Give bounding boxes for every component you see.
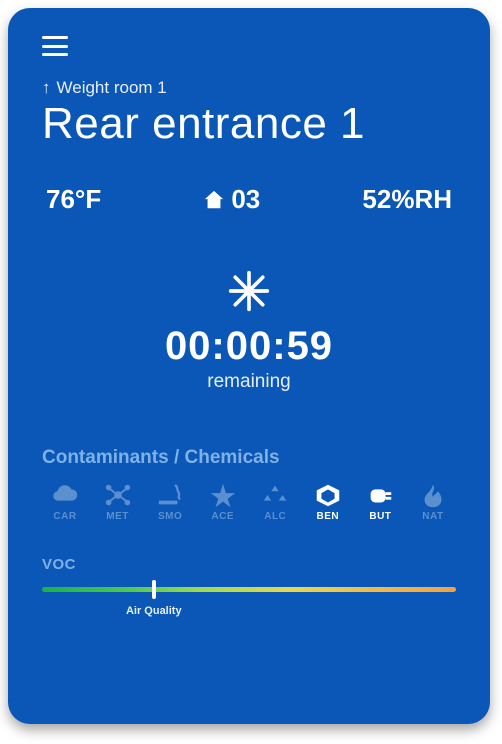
voc-caption: Air Quality xyxy=(126,605,182,617)
page-title: Rear entrance 1 xyxy=(42,100,456,148)
molecule-icon xyxy=(102,481,134,509)
contaminants-row: CAR MET SMO ACE ALC xyxy=(42,481,456,522)
contaminant-ace[interactable]: ACE xyxy=(200,481,246,522)
contaminant-alc[interactable]: ALC xyxy=(252,481,298,522)
flame-icon xyxy=(417,481,449,509)
contaminant-met[interactable]: MET xyxy=(95,481,141,522)
breadcrumb-label: Weight room 1 xyxy=(57,78,167,98)
voc-gradient-bar xyxy=(42,587,456,592)
contaminant-label: BEN xyxy=(317,511,340,522)
contaminant-label: ACE xyxy=(211,511,234,522)
temperature-value: 76°F xyxy=(46,184,101,215)
smoke-icon xyxy=(154,481,186,509)
up-arrow-icon: ↑ xyxy=(42,78,51,98)
home-icon xyxy=(203,189,225,211)
contaminant-label: NAT xyxy=(422,511,443,522)
timer-value: 00:00:59 xyxy=(42,324,456,369)
contaminant-label: MET xyxy=(106,511,129,522)
contaminant-smo[interactable]: SMO xyxy=(147,481,193,522)
menu-icon[interactable] xyxy=(42,36,68,56)
timer-block: 00:00:59 remaining xyxy=(42,269,456,393)
dots-icon xyxy=(259,481,291,509)
co2-cloud-icon xyxy=(49,481,81,509)
spark-icon xyxy=(207,481,239,509)
contaminant-but[interactable]: BUT xyxy=(357,481,403,522)
contaminant-label: CAR xyxy=(53,511,76,522)
contaminant-label: SMO xyxy=(158,511,182,522)
humidity-value: 52%RH xyxy=(362,184,452,215)
voc-title: VOC xyxy=(42,556,456,573)
house-stat: 03 xyxy=(203,184,260,215)
contaminant-car[interactable]: CAR xyxy=(42,481,88,522)
voc-knob[interactable] xyxy=(152,580,156,599)
contaminant-ben[interactable]: BEN xyxy=(305,481,351,522)
timer-subtext: remaining xyxy=(42,371,456,393)
device-card: ↑ Weight room 1 Rear entrance 1 76°F 03 … xyxy=(8,8,490,724)
contaminant-label: ALC xyxy=(264,511,286,522)
contaminant-nat[interactable]: NAT xyxy=(410,481,456,522)
snowflake-icon xyxy=(42,269,456,318)
breadcrumb[interactable]: ↑ Weight room 1 xyxy=(42,78,456,98)
contaminant-label: BUT xyxy=(369,511,391,522)
house-code: 03 xyxy=(231,184,260,215)
cube-icon xyxy=(312,481,344,509)
stats-row: 76°F 03 52%RH xyxy=(42,184,456,215)
plug-icon xyxy=(364,481,396,509)
voc-meter[interactable]: Air Quality xyxy=(42,587,456,627)
contaminants-title: Contaminants / Chemicals xyxy=(42,447,456,469)
